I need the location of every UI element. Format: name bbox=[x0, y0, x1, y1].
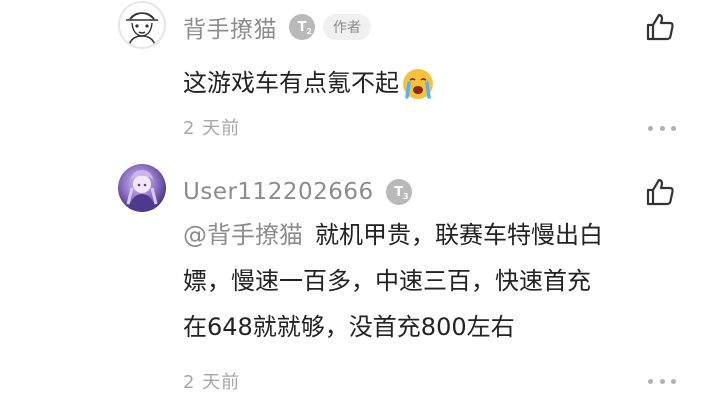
timestamp: 2 天前 bbox=[183, 118, 241, 139]
level-badge-number: 3 bbox=[403, 192, 409, 201]
comment-item: User112202666 T 3 @背手撩猫 就机甲贵，联赛车特慢出白 嫖，慢速… bbox=[0, 160, 720, 405]
author-tag: 作者 bbox=[323, 14, 371, 40]
comment-line: 嫖，慢速一百多，中速三百，快速首充 bbox=[183, 267, 591, 295]
more-options-button[interactable] bbox=[648, 374, 676, 388]
more-dots-icon bbox=[648, 378, 653, 384]
comment-line: @背手撩猫 就机甲贵，联赛车特慢出白 bbox=[183, 212, 683, 258]
name-row: 背手撩猫 T 2 作者 bbox=[183, 10, 371, 44]
more-options-button[interactable] bbox=[648, 121, 676, 135]
comment-text: @背手撩猫 就机甲贵，联赛车特慢出白 嫖，慢速一百多，中速三百，快速首充 在648… bbox=[183, 212, 683, 350]
level-badge: T 2 bbox=[289, 14, 315, 40]
crying-face-icon bbox=[403, 69, 433, 99]
level-badge-letter: T bbox=[394, 184, 404, 200]
comment-text: 这游戏车有点氪不起 bbox=[183, 60, 683, 106]
thumbs-up-icon bbox=[646, 13, 674, 41]
comment-item: 背手撩猫 T 2 作者 这游戏车有点氪不起 2 天前 bbox=[0, 0, 720, 160]
level-badge-letter: T bbox=[297, 19, 307, 35]
username[interactable]: User112202666 bbox=[183, 179, 374, 205]
thumbs-up-icon bbox=[646, 178, 674, 206]
avatar[interactable] bbox=[118, 164, 166, 212]
name-row: User112202666 T 3 bbox=[183, 175, 412, 209]
timestamp: 2 天前 bbox=[183, 372, 241, 393]
like-button[interactable] bbox=[642, 174, 678, 210]
like-button[interactable] bbox=[642, 9, 678, 45]
avatar-anime-image bbox=[126, 170, 158, 210]
comment-line: 在648就就够，没首充800左右 bbox=[183, 313, 515, 341]
avatar-sketch-image bbox=[126, 12, 158, 46]
comment-line-text: 就机甲贵，联赛车特慢出白 bbox=[315, 221, 603, 249]
avatar[interactable] bbox=[118, 1, 166, 49]
username[interactable]: 背手撩猫 bbox=[183, 10, 277, 44]
level-badge-number: 2 bbox=[306, 27, 312, 36]
level-badge: T 3 bbox=[385, 179, 412, 205]
mention-link[interactable]: @背手撩猫 bbox=[183, 221, 303, 249]
comment-body: 这游戏车有点氪不起 bbox=[183, 69, 399, 97]
more-dots-icon bbox=[648, 125, 653, 131]
